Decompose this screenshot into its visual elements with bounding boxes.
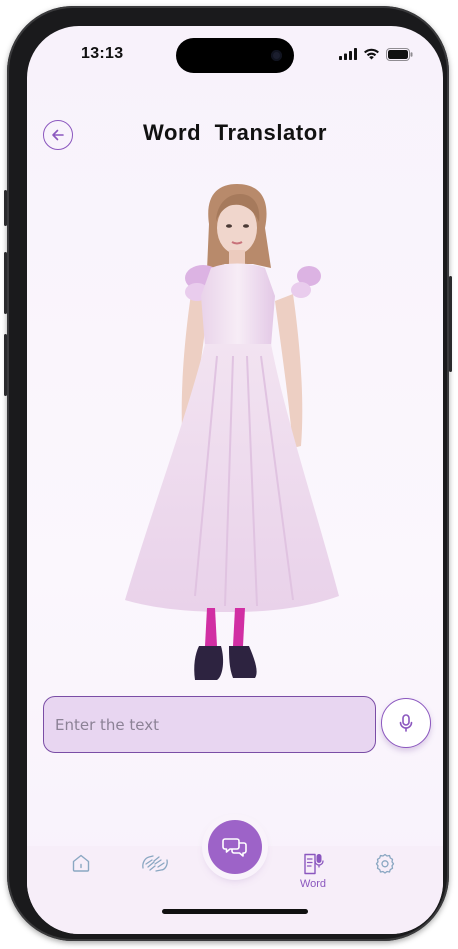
status-bar: 13:13 [27, 26, 443, 82]
page-title: Word Translator [143, 120, 327, 145]
tab-word-label: Word [299, 878, 327, 890]
dynamic-island [176, 38, 294, 73]
battery-icon [386, 47, 413, 61]
volume-up-button [4, 252, 7, 314]
tab-word[interactable]: Word [283, 846, 343, 906]
wifi-icon [364, 48, 379, 60]
sign-language-avatar [125, 176, 339, 686]
status-icons [339, 47, 413, 61]
tab-home[interactable] [51, 846, 111, 906]
front-camera [271, 50, 282, 61]
phone-frame: 13:13 Word Translator Enter the text Wor… [4, 6, 452, 941]
home-indicator[interactable] [162, 909, 308, 914]
cellular-signal-icon [339, 48, 357, 60]
word-icon [304, 853, 324, 875]
volume-down-button [4, 334, 7, 396]
tab-sign[interactable] [125, 846, 185, 906]
text-input-placeholder: Enter the text [55, 715, 160, 734]
home-icon [72, 854, 90, 872]
settings-icon [375, 853, 395, 874]
power-button [449, 276, 452, 372]
app-screen: 13:13 Word Translator Enter the text Wor… [27, 26, 443, 934]
page-header: Word Translator [27, 102, 443, 162]
sign-hands-icon [142, 855, 168, 872]
microphone-button[interactable] [381, 698, 431, 748]
text-input[interactable]: Enter the text [43, 696, 376, 753]
tab-settings[interactable] [355, 846, 415, 906]
microphone-icon [399, 714, 413, 732]
chat-bubbles-icon [222, 838, 247, 857]
action-button [4, 190, 7, 226]
status-time: 13:13 [81, 45, 124, 62]
avatar-figure [125, 184, 339, 680]
chat-fab-button[interactable] [208, 820, 262, 874]
